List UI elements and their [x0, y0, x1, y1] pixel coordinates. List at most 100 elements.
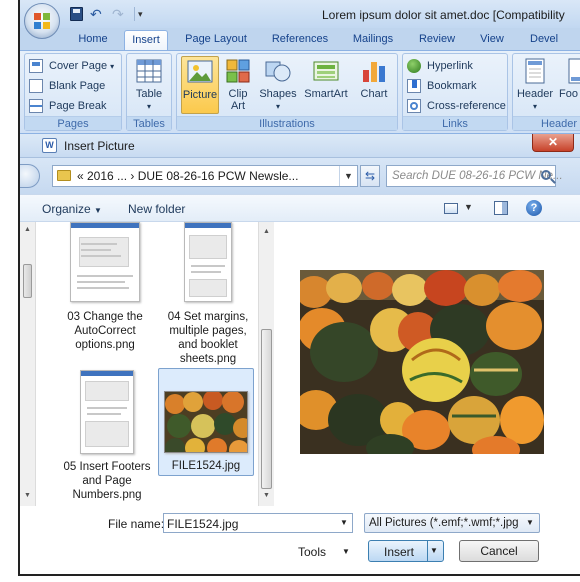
tab-view[interactable]: View: [478, 30, 506, 50]
shapes-button[interactable]: Shapes ▾: [257, 56, 299, 114]
file-item[interactable]: 05 Insert Footers and Page Numbers.png: [56, 370, 158, 502]
file-thumbnail: [164, 391, 248, 453]
title-bar: ↶ ↷ ▾ Lorem ipsum dolor sit amet.doc [Co…: [20, 0, 580, 28]
chart-button[interactable]: Chart: [355, 56, 393, 114]
dialog-title-bar: W Insert Picture ✕: [20, 134, 580, 158]
refresh-icon[interactable]: ⇆: [360, 165, 380, 187]
chart-label: Chart: [360, 88, 388, 100]
search-icon[interactable]: [541, 170, 551, 180]
scroll-up-icon[interactable]: ▲: [24, 226, 31, 233]
scroll-down-icon[interactable]: ▼: [263, 492, 270, 499]
file-thumbnail: [70, 222, 140, 302]
clip-art-button[interactable]: Clip Art: [223, 56, 253, 114]
scroll-up-icon[interactable]: ▲: [263, 228, 270, 235]
office-button-icon[interactable]: [24, 3, 60, 39]
new-folder-button[interactable]: New folder: [128, 202, 185, 216]
picture-button[interactable]: Picture: [181, 56, 219, 114]
header-button[interactable]: Header ▾: [515, 56, 555, 114]
redo-icon[interactable]: ↷: [112, 7, 128, 21]
smartart-button[interactable]: SmartArt: [301, 56, 351, 114]
file-item-selected[interactable]: FILE1524.jpg: [158, 368, 254, 476]
file-list-scrollbar[interactable]: ▲ ▼: [258, 222, 274, 506]
file-item[interactable]: 04 Set margins, multiple pages, and book…: [160, 222, 256, 366]
cover-page-icon: [29, 59, 43, 73]
footer-icon: [563, 56, 580, 86]
hyperlink-button[interactable]: Hyperlink: [405, 57, 473, 75]
scrollbar-thumb[interactable]: [261, 329, 272, 489]
file-type-value: All Pictures (*.emf;*.wmf;*.jpg;*: [369, 517, 519, 529]
back-button[interactable]: [20, 164, 40, 188]
footer-button[interactable]: Foo: [559, 56, 580, 114]
smartart-icon: [311, 56, 341, 86]
file-thumbnail: [184, 222, 232, 302]
clip-art-label-1: Clip: [228, 88, 248, 100]
image-preview: [300, 270, 544, 454]
tools-dropdown-icon[interactable]: ▼: [342, 547, 350, 556]
file-name-field[interactable]: FILE1524.jpg ▼: [163, 513, 353, 533]
tab-mailings[interactable]: Mailings: [350, 30, 396, 50]
tab-home[interactable]: Home: [76, 30, 110, 50]
blank-page-button[interactable]: Blank Page: [27, 77, 105, 95]
file-name-line: sheets.png: [179, 353, 237, 365]
folder-icon: [57, 170, 71, 181]
clip-art-label-2: Art: [230, 100, 246, 112]
tables-group-label: Tables: [127, 116, 171, 130]
chevron-down-icon[interactable]: ▼: [336, 514, 352, 532]
tab-insert[interactable]: Insert: [124, 30, 168, 50]
page-break-button[interactable]: Page Break: [27, 97, 106, 115]
insert-dropdown-icon[interactable]: ▼: [430, 546, 438, 555]
dialog-title: Insert Picture: [64, 139, 135, 153]
pages-group-label: Pages: [25, 116, 121, 130]
tab-page-layout[interactable]: Page Layout: [184, 30, 248, 50]
file-thumbnail: [80, 370, 134, 454]
file-name-line: 03 Change the: [67, 311, 143, 323]
save-icon[interactable]: [70, 7, 83, 21]
cover-page-button[interactable]: Cover Page ▾: [27, 57, 114, 75]
scroll-down-icon[interactable]: ▼: [24, 492, 31, 499]
chevron-down-icon[interactable]: ▼: [523, 514, 537, 532]
preview-pane-icon[interactable]: [494, 201, 508, 215]
smartart-label: SmartArt: [304, 88, 348, 100]
bookmark-button[interactable]: Bookmark: [405, 77, 477, 95]
bookmark-label: Bookmark: [427, 80, 477, 92]
file-type-select[interactable]: All Pictures (*.emf;*.wmf;*.jpg;* ▼: [364, 513, 540, 533]
clip-art-icon: [223, 56, 253, 86]
file-name-line: and booklet: [178, 339, 238, 351]
address-dropdown-icon[interactable]: ▼: [339, 166, 357, 186]
address-bar[interactable]: « 2016 ... › DUE 08-26-16 PCW Newsle... …: [52, 165, 358, 187]
table-icon: [134, 56, 164, 86]
cross-reference-button[interactable]: Cross-reference: [405, 97, 506, 115]
cross-reference-icon: [407, 99, 421, 113]
blank-page-label: Blank Page: [49, 80, 106, 92]
word-doc-icon: W: [42, 138, 57, 153]
search-input[interactable]: Search DUE 08-26-16 PCW Ne...: [386, 165, 563, 187]
view-dropdown-icon[interactable]: ▼: [464, 202, 473, 212]
organize-button[interactable]: Organize ▼: [42, 202, 102, 216]
file-name-line: 05 Insert Footers: [63, 461, 151, 473]
file-name-line: FILE1524.jpg: [171, 460, 241, 472]
help-icon[interactable]: ?: [526, 200, 542, 216]
close-button[interactable]: ✕: [532, 134, 574, 152]
picture-label: Picture: [182, 89, 218, 101]
table-button[interactable]: Table ▾: [131, 56, 167, 114]
chart-icon: [359, 56, 389, 86]
scrollbar-thumb[interactable]: [23, 264, 32, 298]
undo-icon[interactable]: ↶: [90, 7, 106, 21]
illustrations-group-label: Illustrations: [177, 116, 397, 130]
blank-page-icon: [29, 79, 43, 93]
file-item[interactable]: 03 Change the AutoCorrect options.png: [62, 222, 148, 352]
tab-references[interactable]: References: [271, 30, 329, 50]
tools-button[interactable]: Tools: [298, 545, 326, 559]
insert-button[interactable]: Insert ▼: [368, 540, 444, 562]
cancel-button[interactable]: Cancel: [459, 540, 539, 562]
customize-quick-access-icon[interactable]: ▾: [138, 7, 152, 21]
file-name-line: Numbers.png: [72, 489, 142, 501]
search-placeholder: Search DUE 08-26-16 PCW Ne...: [392, 170, 563, 182]
tab-review[interactable]: Review: [418, 30, 456, 50]
file-name-line: multiple pages,: [169, 325, 247, 337]
navigation-scrollbar[interactable]: ▲ ▼: [20, 222, 36, 506]
split-divider: [427, 541, 428, 561]
view-icon[interactable]: [444, 203, 458, 214]
file-name-line: AutoCorrect: [74, 325, 136, 337]
tab-developer[interactable]: Devel: [530, 30, 570, 50]
